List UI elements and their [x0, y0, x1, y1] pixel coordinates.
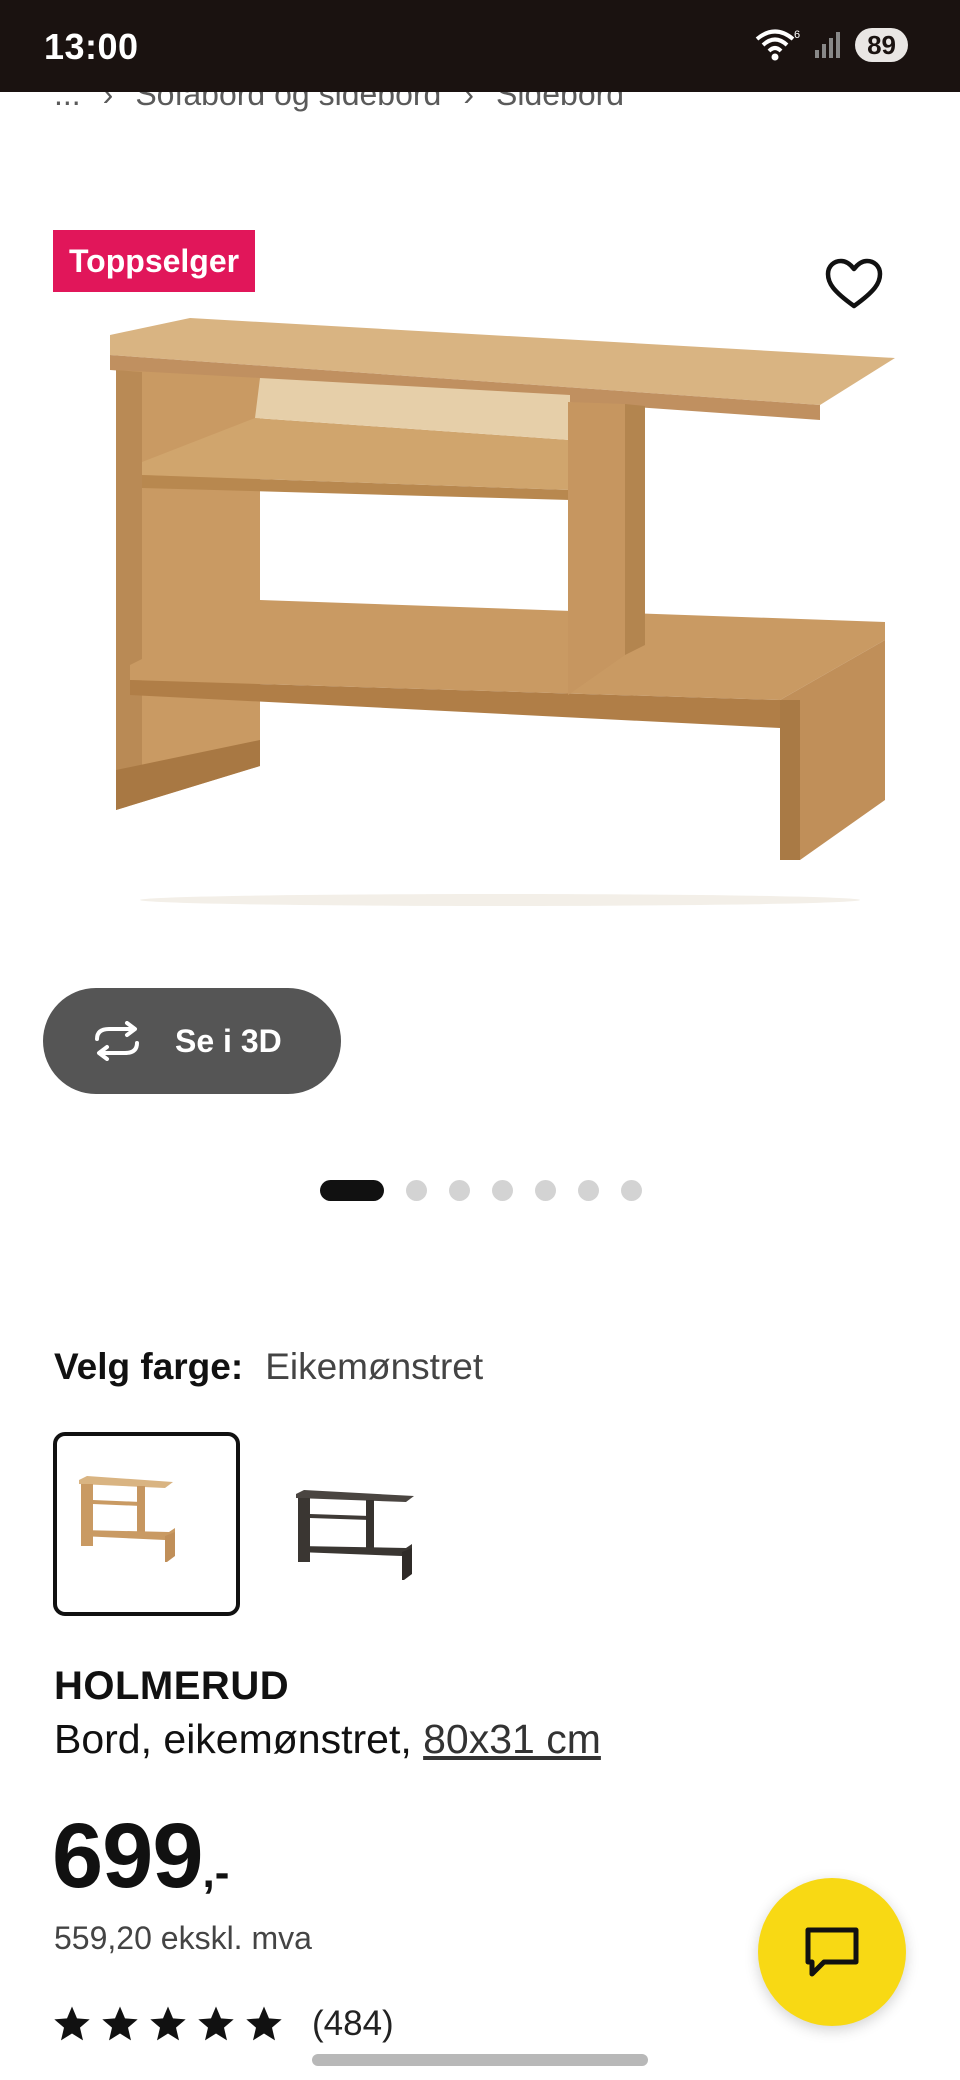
- product-description: Bord, eikemønstret, 80x31 cm: [54, 1716, 601, 1763]
- star-icon: [246, 2006, 282, 2041]
- star-icon: [54, 2006, 90, 2041]
- bestseller-badge: Toppselger: [53, 230, 256, 292]
- price-suffix: ,-: [202, 1848, 230, 1897]
- chat-icon: [805, 1927, 859, 1977]
- carousel-dot[interactable]: [449, 1180, 470, 1201]
- color-swatch-dark[interactable]: [282, 1450, 432, 1600]
- view-3d-label: Se i 3D: [175, 1022, 282, 1059]
- carousel-dot[interactable]: [535, 1180, 556, 1201]
- product-image[interactable]: [100, 300, 900, 940]
- status-bar: 13:00 6 89: [0, 0, 960, 92]
- star-icon: [198, 2006, 234, 2041]
- carousel-dot[interactable]: [621, 1180, 642, 1201]
- carousel-dot-active[interactable]: [320, 1180, 384, 1201]
- battery-indicator: 89: [855, 28, 908, 62]
- wifi-icon: 6: [755, 29, 800, 61]
- rating-count: (484): [312, 2004, 394, 2043]
- price-excl-vat: 559,20 ekskl. mva: [54, 1920, 312, 1956]
- home-indicator[interactable]: [312, 2054, 648, 2066]
- signal-icon: [815, 32, 841, 58]
- product-name: HOLMERUD: [54, 1664, 290, 1708]
- star-icon: [102, 2006, 138, 2041]
- carousel-dot[interactable]: [578, 1180, 599, 1201]
- wifi-badge: 6: [794, 29, 800, 41]
- rating[interactable]: (484): [52, 2004, 394, 2044]
- color-label: Velg farge:: [54, 1346, 244, 1387]
- view-3d-button[interactable]: Se i 3D: [43, 988, 341, 1094]
- size-link[interactable]: 80x31 cm: [423, 1716, 601, 1762]
- carousel-dots: [320, 1180, 642, 1201]
- rating-stars: [52, 2004, 284, 2044]
- color-value: Eikemønstret: [265, 1346, 484, 1387]
- status-time: 13:00: [44, 26, 139, 67]
- color-selector-row: Velg farge: Eikemønstret: [54, 1346, 483, 1388]
- price-value: 699: [52, 1805, 203, 1907]
- swatch-oak-image: [79, 1476, 175, 1562]
- swatch-dark-image: [296, 1490, 414, 1580]
- chat-button[interactable]: [758, 1878, 906, 2026]
- color-swatch-oak[interactable]: [53, 1432, 240, 1616]
- price: 699 ,-: [52, 1804, 229, 1909]
- status-icons: 6 89: [755, 28, 908, 62]
- rotate-3d-icon: [95, 1021, 139, 1061]
- star-icon: [150, 2006, 186, 2041]
- carousel-dot[interactable]: [406, 1180, 427, 1201]
- carousel-dot[interactable]: [492, 1180, 513, 1201]
- product-description-text: Bord, eikemønstret,: [54, 1716, 424, 1762]
